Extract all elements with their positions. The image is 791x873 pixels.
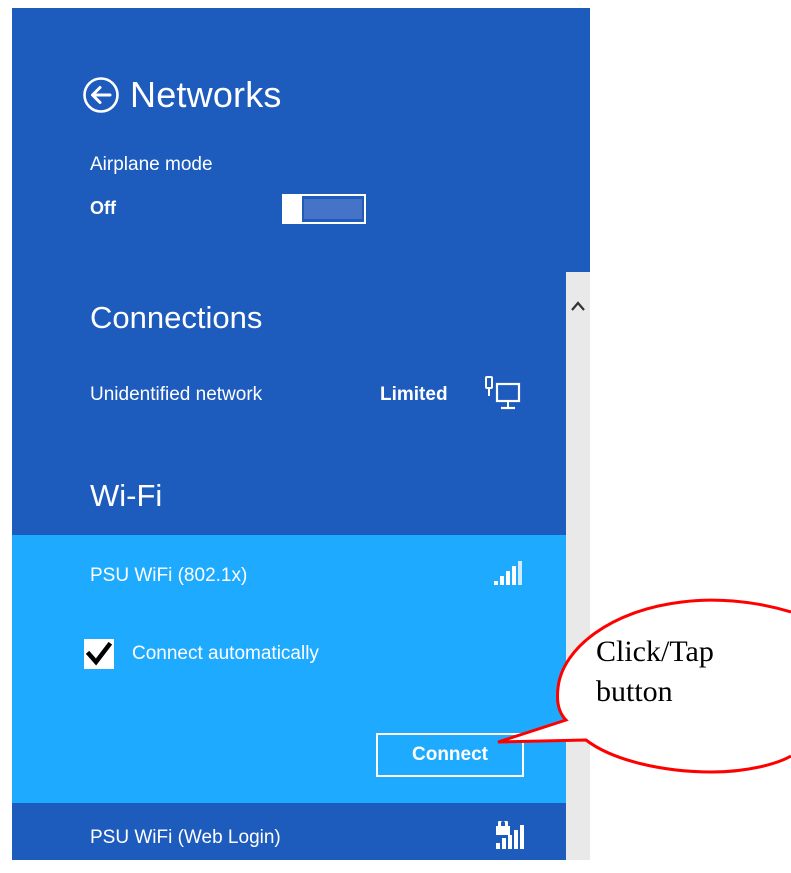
back-arrow-icon[interactable] <box>82 76 120 114</box>
callout-text: Click/Tap button <box>596 632 776 712</box>
wifi-signal-icon <box>494 561 522 585</box>
connection-status: Limited <box>380 384 448 405</box>
connections-heading: Connections <box>90 300 263 335</box>
airplane-mode-state: Off <box>90 198 116 218</box>
page-title: Networks <box>130 74 282 115</box>
wired-network-icon <box>485 376 521 410</box>
toggle-thumb[interactable] <box>284 196 302 222</box>
connect-automatically-label: Connect automatically <box>132 643 319 664</box>
connect-automatically-row[interactable]: Connect automatically <box>84 637 319 671</box>
wifi-network-name: PSU WiFi (802.1x) <box>90 565 248 586</box>
wifi-heading: Wi-Fi <box>90 478 163 513</box>
wifi-signal-secured-icon <box>496 821 524 849</box>
wifi-network-name: PSU WiFi (Web Login) <box>90 827 281 848</box>
connection-item-unidentified-network[interactable]: Unidentified network Limited <box>90 376 550 416</box>
callout-line-1: Click/Tap <box>596 635 714 668</box>
airplane-mode-toggle[interactable] <box>282 194 366 224</box>
checkmark-icon <box>86 641 112 666</box>
connection-name: Unidentified network <box>90 384 263 405</box>
wifi-network-item[interactable]: PSU WiFi (Web Login) <box>12 803 566 860</box>
callout-line-2: button <box>596 675 673 708</box>
toggle-track <box>304 199 362 219</box>
connect-automatically-checkbox[interactable] <box>84 639 114 669</box>
panel-header: Networks <box>82 70 282 120</box>
scroll-up-icon[interactable] <box>566 294 590 318</box>
airplane-mode-label: Airplane mode <box>90 154 213 175</box>
